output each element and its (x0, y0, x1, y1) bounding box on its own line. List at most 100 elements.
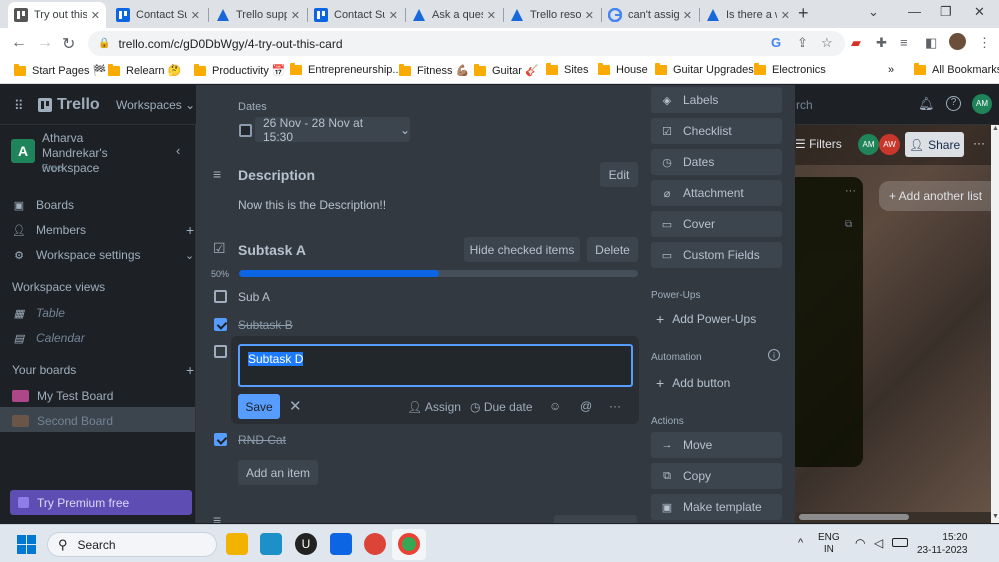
description-text[interactable]: Now this is the Description!! (238, 198, 386, 212)
show-details-button[interactable] (554, 515, 637, 523)
battery-icon[interactable] (892, 538, 908, 547)
new-tab-icon[interactable]: + (798, 3, 809, 24)
checklist-item-checkbox[interactable] (214, 290, 227, 303)
account-avatar[interactable]: AM (972, 94, 992, 114)
add-list-button[interactable]: + Add another list (879, 181, 999, 211)
back-icon[interactable]: ← (11, 34, 27, 52)
bookmark-folder[interactable]: Relearn 🤔 (108, 63, 181, 77)
attachment-button[interactable]: ⌀ Attachment (651, 180, 782, 206)
bookmark-folder[interactable]: Guitar 🎸 (474, 63, 539, 77)
wifi-icon[interactable]: ◠ (855, 536, 865, 550)
bookmark-folder[interactable]: Guitar Upgrades (655, 63, 754, 76)
forward-icon[interactable]: → (37, 34, 53, 52)
taskbar-search[interactable]: ⚲ Search (47, 532, 217, 557)
all-bookmarks[interactable]: All Bookmarks (914, 63, 999, 76)
page-scrollbar[interactable]: ▲ ▼ (991, 125, 999, 523)
member-avatar[interactable]: AW (879, 134, 900, 155)
cover-button[interactable]: ▭ Cover (651, 211, 782, 237)
dates-sidebar-button[interactable]: ◷ Dates (651, 149, 782, 175)
filters-button[interactable]: ☰ Filters (795, 137, 842, 151)
google-lens-icon[interactable]: G (771, 35, 781, 50)
close-tab-icon[interactable]: ✕ (683, 9, 692, 22)
close-tab-icon[interactable]: ✕ (389, 9, 398, 22)
browser-tab[interactable]: can't assign ✕ (602, 4, 698, 26)
close-tab-icon[interactable]: ✕ (585, 9, 594, 22)
scroll-thumb[interactable] (799, 514, 909, 520)
hide-checked-items-button[interactable]: Hide checked items (464, 237, 580, 262)
copy-button[interactable]: ⧉ Copy (651, 463, 782, 489)
udemy-icon[interactable]: U (295, 533, 317, 555)
extensions-puzzle-icon[interactable]: ✚ (876, 35, 887, 51)
emoji-icon[interactable]: ☺ (549, 399, 561, 413)
bookmark-folder[interactable]: Productivity 📅 (194, 63, 286, 77)
bookmark-folder[interactable]: Electronics (754, 63, 826, 76)
checklist-item-text[interactable]: RND Cat (238, 433, 286, 447)
extension-icon[interactable]: ▰ (851, 35, 861, 51)
bookmark-folder[interactable]: Start Pages 🏁 (14, 63, 106, 77)
due-complete-checkbox[interactable] (239, 124, 252, 137)
assign-button[interactable]: 👤︎ Assign (407, 400, 461, 414)
list-menu-icon[interactable]: ··· (845, 185, 856, 197)
sidebar-item-table[interactable]: ▦ Table (12, 306, 65, 320)
dates-button[interactable]: 26 Nov - 28 Nov at 15:30 ⌄ (255, 116, 410, 144)
checklist-item-text[interactable]: Sub A (238, 290, 270, 304)
chrome-canary-icon[interactable] (364, 533, 386, 555)
reload-icon[interactable]: ↻ (62, 34, 75, 54)
trello-logo[interactable]: Trello (38, 96, 100, 114)
bookmark-folder[interactable]: Fitness 💪🏽 (399, 63, 469, 77)
sidebar-item-calendar[interactable]: ▤ Calendar (12, 331, 85, 345)
menu-dots-icon[interactable]: ⋮ (978, 35, 991, 51)
checklist-item-input[interactable]: Subtask D (238, 344, 633, 387)
search-input[interactable]: rch (796, 98, 813, 112)
add-button-button[interactable]: + Add button (656, 375, 730, 391)
delete-checklist-button[interactable]: Delete (587, 237, 638, 262)
save-button[interactable]: Save (238, 394, 280, 419)
scroll-down-icon[interactable]: ▼ (992, 513, 999, 520)
checklist-item-checkbox[interactable] (214, 318, 227, 331)
profile-avatar[interactable] (949, 33, 966, 50)
close-tab-icon[interactable]: ✕ (781, 9, 790, 22)
share-icon[interactable]: ⇪ (797, 35, 808, 51)
board-menu-icon[interactable]: ··· (973, 136, 985, 150)
add-board-icon[interactable]: + (186, 362, 194, 378)
mention-icon[interactable]: @ (580, 399, 592, 413)
bookmark-star-icon[interactable]: ☆ (821, 35, 833, 51)
close-icon[interactable]: ✕ (289, 397, 302, 415)
workspaces-menu[interactable]: Workspaces ⌄ (116, 98, 195, 112)
member-avatar[interactable]: AM (858, 134, 879, 155)
browser-tab[interactable]: Contact Support ✕ (308, 4, 404, 26)
desktop-app-icon[interactable] (260, 533, 282, 555)
side-panel-icon[interactable]: ◧ (925, 35, 937, 51)
sidebar-board[interactable]: My Test Board (12, 389, 113, 403)
notifications-icon[interactable]: 🔔︎ (918, 96, 935, 112)
volume-icon[interactable]: ◁ (874, 536, 883, 550)
edit-description-button[interactable]: Edit (600, 162, 638, 187)
checklist-item-checkbox[interactable] (214, 345, 227, 358)
browser-tab[interactable]: Contact Support ✕ (110, 4, 206, 26)
try-premium-button[interactable]: Try Premium free (10, 490, 192, 515)
close-tab-icon[interactable]: ✕ (91, 9, 100, 22)
browser-tab[interactable]: Trello support ✕ (210, 4, 306, 26)
help-icon[interactable]: ? (946, 96, 961, 111)
browser-tab[interactable]: Ask a question ✕ (406, 4, 502, 26)
file-explorer-icon[interactable] (226, 533, 248, 555)
bookmarks-overflow[interactable]: » (888, 64, 894, 76)
restore-icon[interactable]: ❐ (940, 4, 952, 20)
move-button[interactable]: → Move (651, 432, 782, 458)
sidebar-item-boards[interactable]: ▣ Boards (12, 198, 74, 212)
chrome-icon[interactable] (398, 533, 420, 555)
browser-tab[interactable]: Is there a way ✕ (700, 4, 796, 26)
checklist-item-text[interactable]: Subtask B (238, 318, 293, 332)
add-powerups-button[interactable]: + Add Power-Ups (656, 311, 756, 327)
checklist-button[interactable]: ☑ Checklist (651, 118, 782, 144)
close-tab-icon[interactable]: ✕ (191, 9, 200, 22)
address-bar[interactable]: 🔒 trello.com/c/gD0DbWgy/4-try-out-this-c… (88, 31, 845, 56)
template-icon[interactable]: ⧉ (845, 219, 852, 230)
minimize-icon[interactable]: — (908, 4, 921, 19)
scroll-up-icon[interactable]: ▲ (992, 125, 999, 132)
app-switcher-icon[interactable]: ⠿ (14, 98, 24, 114)
sidebar-item-members[interactable]: 👤︎ Members + (12, 222, 194, 238)
close-window-icon[interactable]: ✕ (974, 4, 985, 20)
sidebar-board-active[interactable]: Second Board (12, 414, 113, 428)
input-language[interactable]: ENG IN (818, 532, 840, 556)
